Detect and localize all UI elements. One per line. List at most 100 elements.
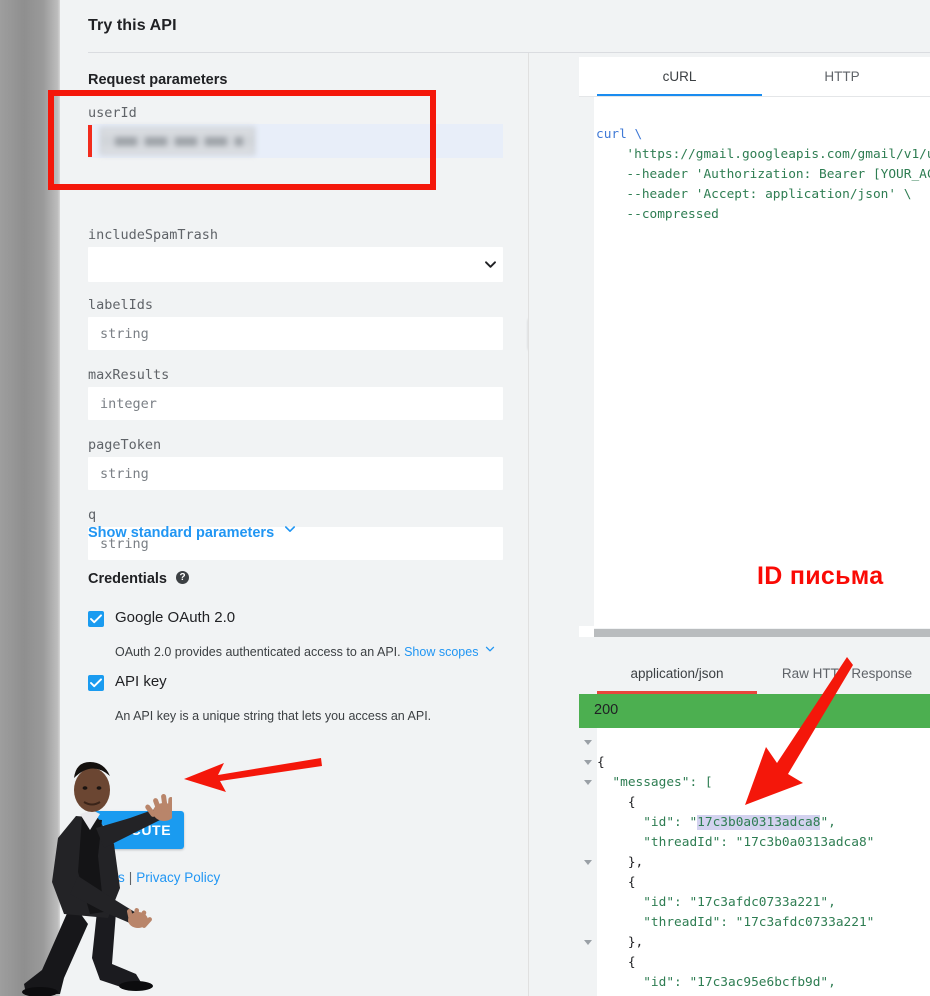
- highlighted-message-id: 17c3b0a0313adca8: [697, 815, 821, 830]
- includespamtrash-select[interactable]: [88, 247, 503, 282]
- pagetoken-input[interactable]: [88, 457, 503, 490]
- code-line-1: 'https://gmail.googleapis.com/gmail/v1/u…: [626, 147, 930, 162]
- help-icon[interactable]: ?: [176, 571, 189, 584]
- json-line-3-suffix: ",: [820, 815, 836, 830]
- json-line-3-prefix: "id": ": [597, 815, 698, 830]
- field-label-labelids: labelIds: [88, 297, 154, 313]
- tab-curl[interactable]: cURL: [597, 57, 762, 97]
- json-line: "threadId": "17c3b0a0313adca8": [597, 833, 930, 853]
- terms-link[interactable]: Terms: [88, 870, 125, 885]
- code-line: curl \: [594, 125, 930, 145]
- oauth-description-text: OAuth 2.0 provides authenticated access …: [115, 645, 401, 659]
- screenshot-root: Try this API Request parameters userId i…: [0, 0, 930, 996]
- response-card: application/json Raw HTTP Response 200 {…: [579, 653, 930, 996]
- show-standard-parameters-label: Show standard parameters: [88, 525, 275, 541]
- labelids-input[interactable]: [88, 317, 503, 350]
- userid-input[interactable]: [88, 124, 503, 158]
- json-line-5: },: [597, 855, 644, 870]
- json-line: "threadId": "17c3afdc0733a221": [597, 913, 930, 933]
- chevron-down-icon: [485, 643, 495, 657]
- show-scopes-link[interactable]: Show scopes: [404, 645, 478, 659]
- page-backdrop-overlay: [0, 0, 60, 996]
- panel-title: Try this API: [88, 17, 177, 34]
- json-line-8: "threadId": "17c3afdc0733a221": [597, 915, 875, 930]
- tab-javascript[interactable]: JAVASCRIPT: [922, 57, 930, 97]
- json-line: "id": "17c3ac95e6bcfb9d",: [597, 973, 930, 993]
- fold-toggle[interactable]: [584, 780, 592, 785]
- code-line-3: --header 'Accept: application/json' \: [611, 187, 912, 202]
- json-line: {: [597, 753, 930, 773]
- code-line: --header 'Authorization: Bearer [YOUR_AC…: [594, 165, 930, 185]
- field-label-q: q: [88, 507, 97, 523]
- try-this-api-panel: Try this API Request parameters userId i…: [60, 0, 930, 996]
- status-bar: 200: [579, 694, 930, 728]
- footer-separator: |: [128, 870, 133, 885]
- code-line: --header 'Accept: application/json' \: [594, 185, 930, 205]
- tab-curl-label: cURL: [662, 69, 697, 84]
- tab-raw-http-response-label: Raw HTTP Response: [781, 666, 913, 681]
- code-horizontal-scrollbar[interactable]: [594, 628, 930, 637]
- description-google-oauth: OAuth 2.0 provides authenticated access …: [115, 645, 495, 659]
- code-line: --compressed: [594, 205, 930, 225]
- maxresults-input[interactable]: [88, 387, 503, 420]
- code-tabs: cURL HTTP JAVASCRIPT: [579, 57, 930, 97]
- show-standard-parameters-toggle[interactable]: Show standard parameters: [88, 525, 296, 541]
- code-line: 'https://gmail.googleapis.com/gmail/v1/u…: [594, 145, 930, 165]
- fold-toggle[interactable]: [584, 940, 592, 945]
- tab-application-json-label: application/json: [630, 666, 724, 681]
- json-line: {: [597, 953, 930, 973]
- field-label-userid: userId: [88, 105, 137, 121]
- annotation-note-id-pisma: ID письма: [757, 562, 884, 590]
- credentials-heading: Credentials: [88, 571, 167, 587]
- json-line-11: "id": "17c3ac95e6bcfb9d",: [597, 975, 836, 990]
- tab-raw-http-response[interactable]: Raw HTTP Response: [757, 653, 930, 694]
- json-line-4: "threadId": "17c3b0a0313adca8": [597, 835, 875, 850]
- code-gutter: [579, 97, 594, 626]
- tab-application-json[interactable]: application/json: [597, 653, 757, 694]
- fold-toggle[interactable]: [584, 740, 592, 745]
- json-line: "messages": [: [597, 773, 930, 793]
- footer-links: Terms | Privacy Policy: [88, 870, 220, 885]
- checkbox-google-oauth[interactable]: [88, 611, 104, 627]
- code-sample-card: cURL HTTP JAVASCRIPT curl \ 'https://gma…: [579, 57, 930, 637]
- field-label-includespamtrash: includeSpamTrash: [88, 227, 219, 243]
- field-label-pagetoken: pageToken: [88, 437, 162, 453]
- json-line: "id": "17c3afdc0733a221",: [597, 893, 930, 913]
- execute-button[interactable]: EXECUTE: [88, 811, 184, 849]
- json-line-9: },: [597, 935, 644, 950]
- json-line-7: "id": "17c3afdc0733a221",: [597, 895, 836, 910]
- json-line: },: [597, 853, 930, 873]
- tab-http[interactable]: HTTP: [762, 57, 922, 97]
- json-line: {: [597, 793, 930, 813]
- field-label-maxresults: maxResults: [88, 367, 170, 383]
- json-line-0: {: [597, 755, 605, 770]
- chevron-down-icon: [284, 523, 296, 539]
- json-line-10: {: [597, 955, 636, 970]
- code-line-0: curl \: [596, 127, 643, 142]
- json-line: "id": "17c3b0a0313adca8",: [597, 813, 930, 833]
- response-json-body: { "messages": [ { "id": "17c3b0a0313adca…: [597, 728, 930, 996]
- json-line: {: [597, 873, 930, 893]
- status-code: 200: [594, 702, 619, 718]
- json-line-6: {: [597, 875, 636, 890]
- fold-toggle[interactable]: [584, 860, 592, 865]
- userid-redacted-value: [100, 127, 255, 155]
- code-line-2: --header 'Authorization: Bearer [YOUR_AC…: [626, 167, 930, 182]
- json-line: },: [597, 933, 930, 953]
- request-parameters-column: Request parameters userId includeSpamTra…: [60, 53, 528, 996]
- scrollbar-thumb[interactable]: [594, 629, 930, 637]
- label-google-oauth: Google OAuth 2.0: [115, 609, 236, 626]
- checkbox-api-key[interactable]: [88, 675, 104, 691]
- description-api-key: An API key is a unique string that lets …: [115, 709, 432, 723]
- json-line-1: "messages": [: [597, 775, 713, 790]
- request-parameters-heading: Request parameters: [88, 72, 228, 88]
- response-tabs: application/json Raw HTTP Response: [579, 653, 930, 694]
- label-api-key: API key: [115, 673, 167, 690]
- code-sample-body: curl \ 'https://gmail.googleapis.com/gma…: [594, 97, 930, 626]
- tab-http-label: HTTP: [824, 69, 860, 84]
- fold-toggle[interactable]: [584, 760, 592, 765]
- code-and-response-column: cURL HTTP JAVASCRIPT curl \ 'https://gma…: [529, 53, 930, 996]
- json-fold-gutter: [579, 728, 597, 996]
- required-indicator: [88, 125, 92, 157]
- privacy-policy-link[interactable]: Privacy Policy: [136, 870, 220, 885]
